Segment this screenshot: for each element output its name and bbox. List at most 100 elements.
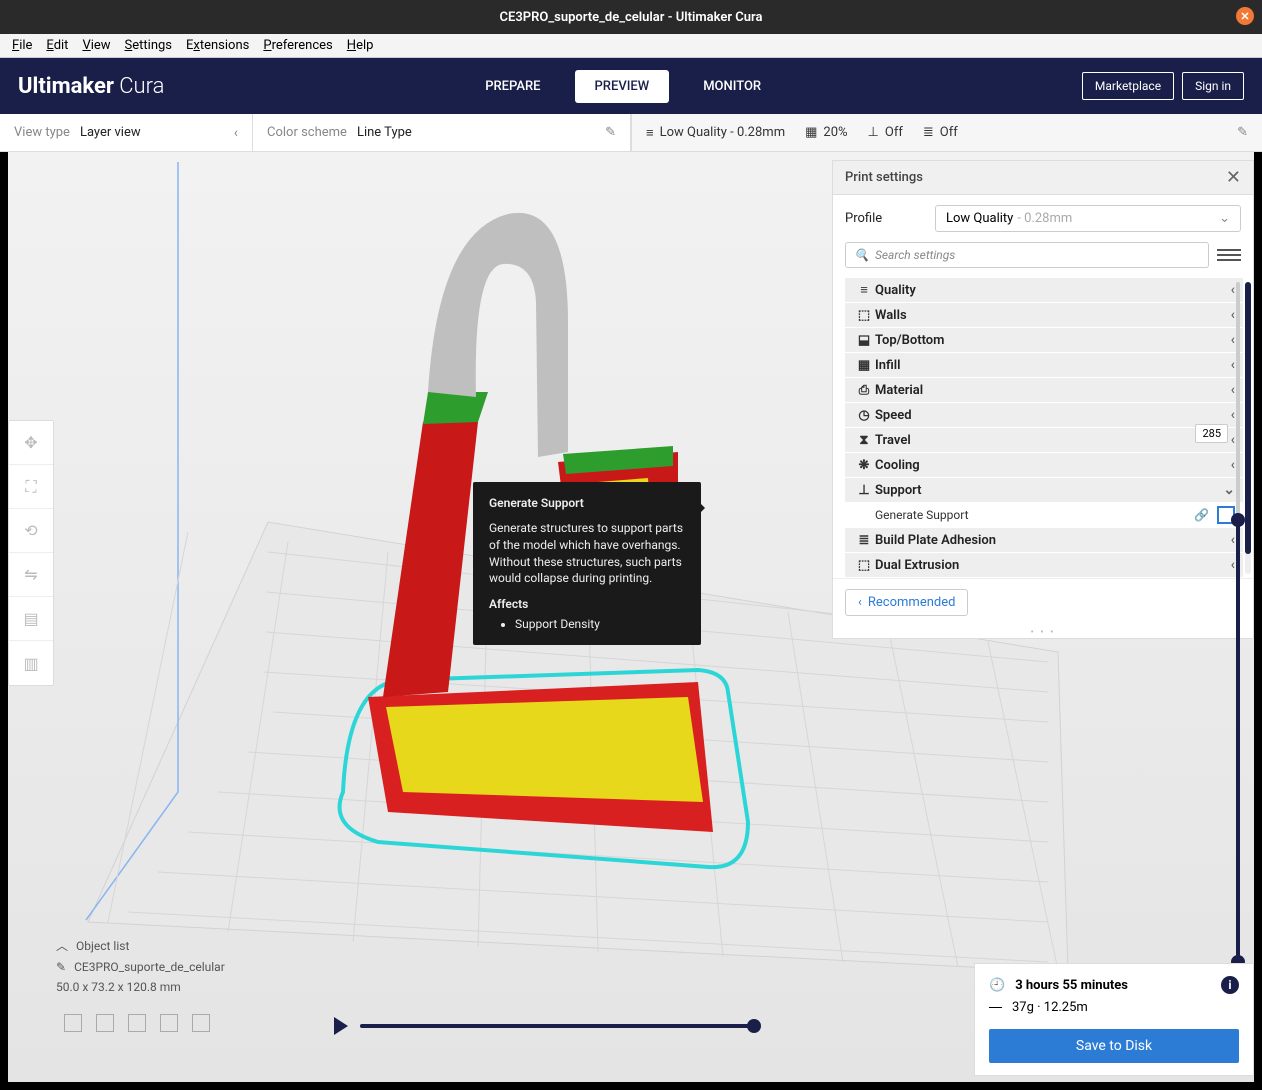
clock-icon: 🕘 [989, 978, 1005, 993]
dual-extrusion-icon: ⬚ [853, 558, 875, 573]
chevron-down-icon: ⌄ [1219, 211, 1230, 226]
close-icon[interactable]: ✕ [1226, 167, 1241, 188]
layer-slider[interactable]: 285 [1226, 282, 1250, 962]
menu-view[interactable]: View [76, 36, 116, 55]
menu-settings[interactable]: Settings [119, 36, 178, 55]
cooling-icon: ❋ [853, 458, 875, 473]
hamburger-icon[interactable] [1217, 243, 1241, 267]
category-travel[interactable]: ⧗Travel‹ [845, 428, 1243, 452]
recommended-button[interactable]: ‹Recommended [845, 589, 968, 616]
tooltip-affects-label: Affects [489, 597, 685, 611]
stage-preview[interactable]: PREVIEW [575, 70, 670, 103]
pencil-icon[interactable]: ✎ [1237, 125, 1248, 140]
tool-mesh[interactable]: ▤ [9, 597, 53, 641]
print-time: 3 hours 55 minutes [1015, 978, 1128, 993]
adhesion-icon: ≣ [853, 533, 875, 548]
tool-support-blocker[interactable]: ▥ [9, 641, 53, 685]
profile-summary-bar[interactable]: ≡Low Quality - 0.28mm ▦20% ⊥Off ≣Off ✎ [631, 114, 1262, 151]
simulation-slider [334, 1014, 754, 1038]
object-list-item[interactable]: ✎CE3PRO_suporte_de_celular [56, 960, 225, 974]
chevron-left-icon: ‹ [858, 595, 862, 610]
stage-monitor[interactable]: MONITOR [683, 70, 781, 103]
search-icon: 🔍 [854, 248, 869, 262]
filament-icon: ⎯⎯ [989, 1000, 1002, 1015]
support-icon: ⊥ [853, 483, 875, 498]
adhesion-icon: ≣ [923, 125, 934, 140]
settings-panel-header: Print settings ✕ [833, 161, 1253, 195]
adhesion-state: Off [940, 125, 958, 140]
tool-scale[interactable]: ⛶ [9, 465, 53, 509]
support-icon: ⊥ [868, 125, 879, 140]
panel-resize-handle[interactable]: • • • [833, 626, 1253, 638]
print-settings-panel: Print settings ✕ Profile Low Quality - 0… [832, 160, 1254, 639]
menu-preferences[interactable]: Preferences [257, 36, 338, 55]
link-icon[interactable]: 🔗 [1194, 508, 1209, 522]
object-dimensions: 50.0 x 73.2 x 120.8 mm [56, 980, 225, 994]
sim-slider-handle[interactable] [747, 1019, 761, 1033]
support-state: Off [885, 125, 903, 140]
menu-help[interactable]: Help [341, 36, 380, 55]
quality-icon: ≡ [853, 282, 875, 298]
save-to-disk-button[interactable]: Save to Disk [989, 1029, 1239, 1063]
menu-extensions[interactable]: Extensions [180, 36, 255, 55]
category-quality[interactable]: ≡Quality‹ [845, 278, 1243, 302]
category-adhesion[interactable]: ≣Build Plate Adhesion‹ [845, 528, 1243, 552]
profile-summary-text: Low Quality - 0.28mm [660, 125, 786, 140]
material-icon: ⎙ [853, 383, 875, 398]
window-close-button[interactable]: ✕ [1236, 7, 1254, 25]
signin-button[interactable]: Sign in [1182, 72, 1244, 100]
layer-top-value: 285 [1195, 424, 1228, 443]
infill-pct: 20% [823, 125, 847, 140]
menubar: File Edit View Settings Extensions Prefe… [0, 34, 1262, 58]
category-support[interactable]: ⊥Support⌄ [845, 478, 1243, 502]
play-button[interactable] [334, 1017, 348, 1035]
settings-list: ≡Quality‹ ⬚Walls‹ ⬓Top/Bottom‹ ▦Infill‹ … [833, 278, 1253, 578]
view-type-selector[interactable]: View type Layer view ‹ [0, 114, 253, 151]
tool-rotate[interactable]: ⟲ [9, 509, 53, 553]
view-left-icon[interactable] [160, 1014, 178, 1032]
category-dual-extrusion[interactable]: ⬚Dual Extrusion‹ [845, 553, 1243, 577]
stage-prepare[interactable]: PREPARE [465, 70, 560, 103]
subbar: View type Layer view ‹ Color scheme Line… [0, 114, 1262, 152]
category-speed[interactable]: ◷Speed‹ [845, 403, 1243, 427]
view-front-icon[interactable] [96, 1014, 114, 1032]
tooltip-affects-item: Support Density [515, 617, 685, 631]
window-title: CE3PRO_suporte_de_celular - Ultimaker Cu… [500, 10, 763, 25]
view-orientation-tools [64, 1014, 210, 1032]
view-top-icon[interactable] [128, 1014, 146, 1032]
layers-icon: ≡ [646, 125, 654, 141]
category-infill[interactable]: ▦Infill‹ [845, 353, 1243, 377]
object-list-header[interactable]: ︿Object list [56, 937, 225, 954]
profile-select[interactable]: Low Quality - 0.28mm ⌄ [935, 205, 1241, 232]
pencil-icon[interactable]: ✎ [605, 125, 616, 140]
tool-mirror[interactable]: ⇋ [9, 553, 53, 597]
color-scheme-selector[interactable]: Color scheme Line Type ✎ [253, 114, 631, 151]
tool-move[interactable]: ✥ [9, 421, 53, 465]
viewport[interactable]: ✥ ⛶ ⟲ ⇋ ▤ ▥ Generate Support Generate st… [8, 152, 1254, 1082]
material-usage: 37g · 12.25m [1012, 1000, 1088, 1015]
pencil-icon: ✎ [56, 960, 66, 974]
window-titlebar: CE3PRO_suporte_de_celular - Ultimaker Cu… [0, 0, 1262, 34]
profile-row: Profile Low Quality - 0.28mm ⌄ [833, 195, 1253, 242]
view-3d-icon[interactable] [64, 1014, 82, 1032]
sim-slider-track[interactable] [360, 1024, 754, 1028]
marketplace-button[interactable]: Marketplace [1082, 72, 1174, 100]
search-input[interactable]: 🔍 Search settings [845, 242, 1209, 268]
setting-tooltip: Generate Support Generate structures to … [473, 482, 701, 645]
topbottom-icon: ⬓ [853, 333, 875, 348]
layer-slider-top-handle[interactable] [1231, 513, 1245, 527]
category-walls[interactable]: ⬚Walls‹ [845, 303, 1243, 327]
category-cooling[interactable]: ❋Cooling‹ [845, 453, 1243, 477]
view-right-icon[interactable] [192, 1014, 210, 1032]
tooltip-body: Generate structures to support parts of … [489, 520, 685, 587]
walls-icon: ⬚ [853, 308, 875, 323]
stage-tabs: PREPARE PREVIEW MONITOR [465, 70, 781, 103]
menu-edit[interactable]: Edit [40, 36, 74, 55]
tooltip-title: Generate Support [489, 496, 685, 510]
category-topbottom[interactable]: ⬓Top/Bottom‹ [845, 328, 1243, 352]
menu-file[interactable]: File [6, 36, 38, 55]
info-icon[interactable]: i [1221, 976, 1239, 994]
chevron-left-icon: ‹ [234, 125, 238, 141]
object-list: ︿Object list ✎CE3PRO_suporte_de_celular … [56, 937, 225, 1000]
category-material[interactable]: ⎙Material‹ [845, 378, 1243, 402]
